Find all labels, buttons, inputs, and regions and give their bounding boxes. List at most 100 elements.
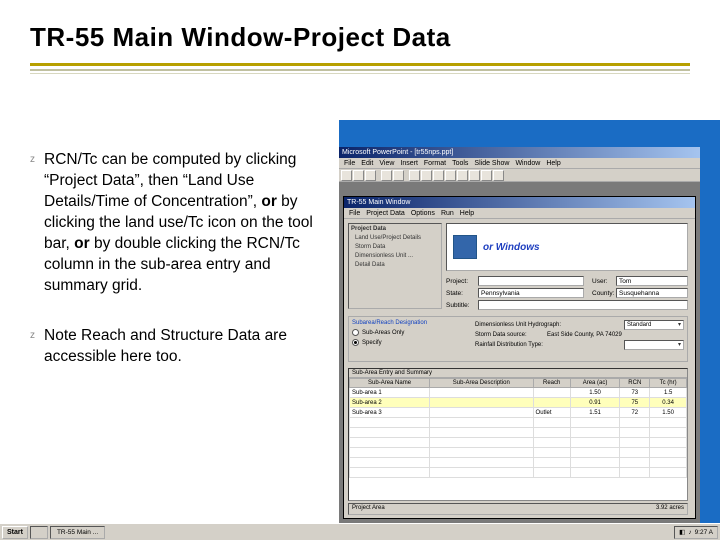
grid-row[interactable]: Sub-area 3Outlet1.51721.50 <box>350 408 687 418</box>
bullet-marker: z <box>30 150 44 296</box>
state-input[interactable]: Pennsylvania <box>478 288 584 298</box>
status-right: 3.92 acres <box>656 505 684 513</box>
project-label: Project: <box>446 278 478 285</box>
grid-title: Sub-Area Entry and Summary <box>349 369 687 378</box>
grid-header: RCN <box>620 379 650 388</box>
toolbar-button[interactable] <box>353 170 364 181</box>
tray-icon[interactable]: ◧ <box>679 528 685 536</box>
toolbar-button[interactable] <box>445 170 456 181</box>
grid-row[interactable] <box>350 468 687 478</box>
subtitle-input[interactable] <box>478 300 688 310</box>
menu-item[interactable]: Window <box>515 160 540 167</box>
panel-item[interactable]: Detail Data <box>351 261 439 270</box>
outer-client-area: TR-55 Main Window File Project Data Opti… <box>339 182 700 533</box>
storm-source-label: Storm Data source: <box>475 332 547 338</box>
toolbar-button[interactable] <box>421 170 432 181</box>
toolbar-button[interactable] <box>433 170 444 181</box>
radio-specify[interactable]: Specify <box>352 339 467 346</box>
bullet-text: RCN/Tc can be computed by clicking “Proj… <box>44 150 330 296</box>
toolbar-button[interactable] <box>493 170 504 181</box>
tray-icon[interactable]: ♪ <box>688 529 691 536</box>
bullet-text: Note Reach and Structure Data are access… <box>44 326 330 368</box>
clock: 9:27 A <box>695 529 713 536</box>
rainfall-type-label: Rainfall Distribution Type: <box>475 342 624 348</box>
project-fields: Project: User: Tom State: Pennsylvania C… <box>446 276 688 312</box>
toolbar-button[interactable] <box>409 170 420 181</box>
inner-menubar: File Project Data Options Run Help <box>344 208 695 219</box>
panel-item[interactable]: Dimensionless Unit ... <box>351 252 439 261</box>
grid-row[interactable] <box>350 438 687 448</box>
grid-row[interactable] <box>350 458 687 468</box>
outer-toolbar <box>339 169 700 182</box>
menu-item[interactable]: View <box>379 160 394 167</box>
toolbar-button[interactable] <box>457 170 468 181</box>
slide-title: TR-55 Main Window-Project Data <box>0 0 720 61</box>
toolbar-button[interactable] <box>341 170 352 181</box>
state-label: State: <box>446 290 478 297</box>
radio-subareas-only[interactable]: Sub-Areas Only <box>352 329 467 336</box>
toolbar-button[interactable] <box>481 170 492 181</box>
project-input[interactable] <box>478 276 584 286</box>
duh-label: Dimensionless Unit Hydrograph: <box>475 322 624 328</box>
subtitle-label: Subtitle: <box>446 302 478 309</box>
inner-client: Project Data Land Use/Project Details St… <box>345 220 694 517</box>
grid-header: Tc (hr) <box>650 379 687 388</box>
taskbar: Start TR-55 Main ... ◧ ♪ 9:27 A <box>0 523 720 540</box>
grid-row[interactable]: Sub-area 11.50731.5 <box>350 388 687 398</box>
title-underline <box>0 63 720 74</box>
panel-title: Project Data <box>351 226 439 232</box>
menu-item[interactable]: Edit <box>361 160 373 167</box>
county-input[interactable]: Susquehanna <box>616 288 688 298</box>
menu-item[interactable]: Options <box>411 210 435 217</box>
storm-source-value: East Side County, PA 74029 <box>547 332 622 338</box>
duh-dropdown[interactable]: Standard▾ <box>624 320 684 330</box>
inner-window: TR-55 Main Window File Project Data Opti… <box>343 196 696 519</box>
start-button[interactable]: Start <box>2 526 28 539</box>
menu-item[interactable]: Run <box>441 210 454 217</box>
menu-item[interactable]: Tools <box>452 160 468 167</box>
menu-item[interactable]: File <box>344 160 355 167</box>
grid-header: Sub-Area Name <box>350 379 430 388</box>
status-left: Project Area <box>352 505 385 513</box>
bullet-item: z RCN/Tc can be computed by clicking “Pr… <box>30 150 330 296</box>
county-label: County: <box>592 290 616 297</box>
grid-row[interactable] <box>350 448 687 458</box>
menu-item[interactable]: File <box>349 210 360 217</box>
toolbar-button[interactable] <box>365 170 376 181</box>
grid-row[interactable] <box>350 418 687 428</box>
chevron-down-icon: ▾ <box>678 321 681 330</box>
banner-text: or Windows <box>483 242 540 253</box>
user-label: User: <box>592 278 616 285</box>
taskbar-item[interactable] <box>30 526 48 539</box>
grid-header: Sub-Area Description <box>430 379 533 388</box>
options-group: Subarea/Reach Designation Sub-Areas Only… <box>348 316 688 362</box>
toolbar-button[interactable] <box>381 170 392 181</box>
grid-row[interactable]: Sub-area 20.91750.34 <box>350 398 687 408</box>
inner-titlebar: TR-55 Main Window <box>344 197 695 208</box>
outer-titlebar: Microsoft PowerPoint - [tr55nps.ppt] <box>339 147 700 158</box>
project-data-panel: Project Data Land Use/Project Details St… <box>348 223 442 309</box>
toolbar-button[interactable] <box>393 170 404 181</box>
banner: or Windows <box>446 223 688 271</box>
menu-item[interactable]: Slide Show <box>474 160 509 167</box>
menu-item[interactable]: Insert <box>400 160 418 167</box>
app-logo-icon <box>453 235 477 259</box>
system-tray: ◧ ♪ 9:27 A <box>674 526 718 539</box>
toolbar-button[interactable] <box>469 170 480 181</box>
menu-item[interactable]: Help <box>546 160 560 167</box>
rainfall-type-dropdown[interactable]: ▾ <box>624 340 684 350</box>
grid-table[interactable]: Sub-Area Name Sub-Area Description Reach… <box>349 378 687 478</box>
panel-item[interactable]: Land Use/Project Details <box>351 234 439 243</box>
menu-item[interactable]: Format <box>424 160 446 167</box>
user-input[interactable]: Tom <box>616 276 688 286</box>
menu-item[interactable]: Project Data <box>366 210 405 217</box>
group-label: Subarea/Reach Designation <box>352 320 467 326</box>
menu-item[interactable]: Help <box>460 210 474 217</box>
chevron-down-icon: ▾ <box>678 341 681 350</box>
taskbar-item[interactable]: TR-55 Main ... <box>50 526 105 539</box>
outer-menubar: File Edit View Insert Format Tools Slide… <box>339 158 700 169</box>
app-screenshot: Microsoft PowerPoint - [tr55nps.ppt] Fil… <box>339 147 700 533</box>
panel-item[interactable]: Storm Data <box>351 243 439 252</box>
status-bar: Project Area 3.92 acres <box>348 503 688 515</box>
grid-row[interactable] <box>350 428 687 438</box>
